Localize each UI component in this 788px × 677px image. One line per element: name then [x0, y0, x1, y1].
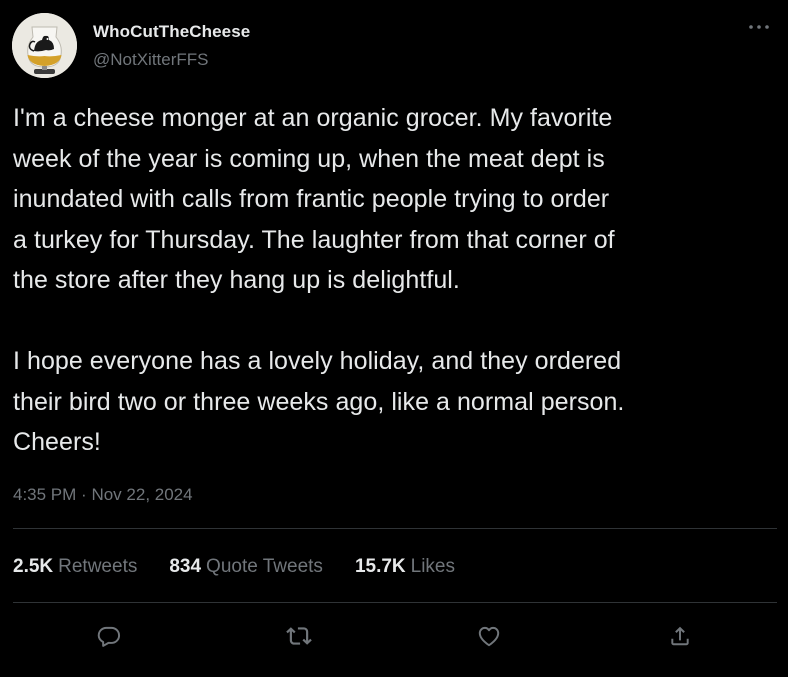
likes-count: 15.7K [354, 556, 406, 577]
author-handle[interactable]: @NotXitterFFS [93, 49, 250, 71]
tweet-text: I'm a cheese monger at an organic grocer… [13, 104, 625, 456]
engagement-stats: 2.5K Retweets 834 Quote Tweets 15.7K Lik… [13, 555, 487, 579]
retweets-label: Retweets [58, 556, 138, 577]
divider-top [13, 528, 777, 529]
author-display-name[interactable]: WhoCutTheCheese [93, 21, 250, 43]
likes-label: Likes [410, 556, 455, 577]
retweet-icon [286, 627, 312, 645]
quote-tweets-label: Quote Tweets [206, 556, 323, 577]
tweet-detail: WhoCutTheCheese @NotXitterFFS I'm a chee… [0, 0, 788, 677]
retweets-count: 2.5K [13, 556, 54, 577]
divider-bottom [13, 602, 777, 603]
quote-tweets-count: 834 [169, 556, 202, 577]
retweets-stat[interactable]: 2.5K Retweets [13, 555, 137, 579]
tweet-timestamp[interactable]: 4:35 PM · Nov 22, 2024 [13, 484, 193, 506]
retweet-button[interactable] [281, 618, 317, 654]
glencairn-glass-avatar-icon [12, 13, 77, 78]
tweet-header: WhoCutTheCheese @NotXitterFFS [12, 13, 776, 79]
more-dots-icon [749, 25, 769, 29]
reply-icon [97, 626, 121, 647]
like-button[interactable] [471, 618, 507, 654]
tweet-date[interactable]: Nov 22, 2024 [91, 485, 192, 504]
quote-tweets-stat[interactable]: 834 Quote Tweets [169, 555, 323, 579]
reply-button[interactable] [91, 618, 127, 654]
author-info: WhoCutTheCheese @NotXitterFFS [93, 21, 250, 71]
heart-icon [478, 626, 500, 647]
share-icon [671, 626, 689, 646]
more-options-button[interactable] [746, 17, 772, 37]
tweet-time[interactable]: 4:35 PM [13, 485, 76, 504]
share-button[interactable] [662, 618, 698, 654]
avatar[interactable] [12, 13, 77, 78]
timestamp-separator: · [81, 485, 87, 504]
likes-stat[interactable]: 15.7K Likes [355, 555, 455, 579]
tweet-actions [13, 618, 777, 654]
